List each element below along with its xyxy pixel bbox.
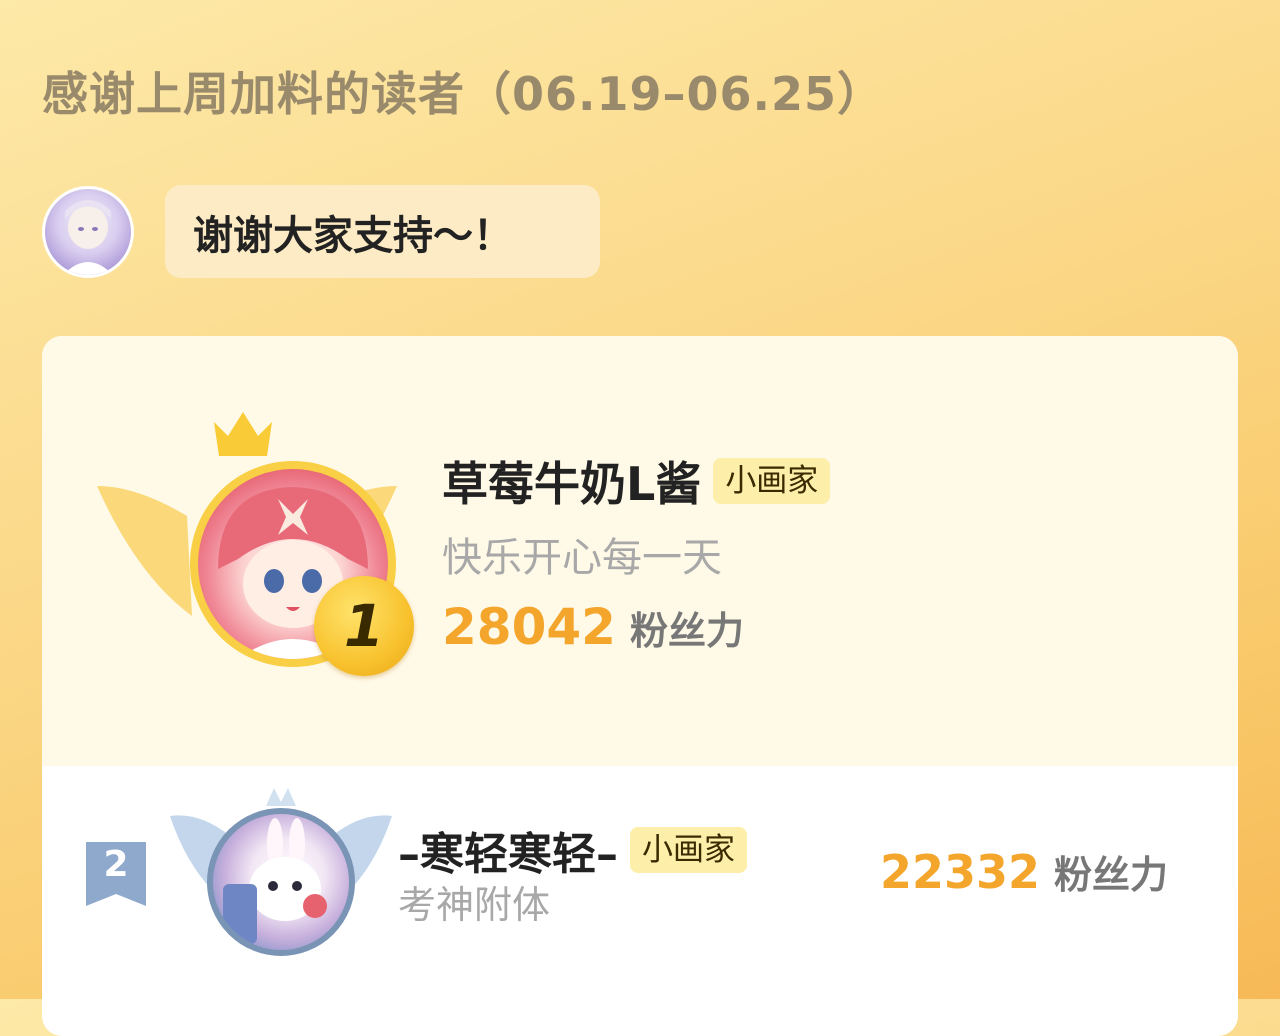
rank-1-motto: 快乐开心每一天 — [442, 535, 722, 581]
host-avatar[interactable] — [42, 186, 134, 278]
host-message-text: 谢谢大家支持～！ — [193, 212, 513, 259]
leaderboard-card: 1 草莓牛奶L酱 小画家 快乐开心每一天 28042 粉丝力 2 –寒轻寒轻– … — [42, 336, 1238, 1036]
rank-2-number: 2 — [103, 844, 129, 885]
rank-1-fans-label: 粉丝力 — [629, 609, 744, 653]
rank-2-username[interactable]: –寒轻寒轻– — [398, 818, 618, 882]
rank-1-title-badge: 小画家 — [713, 458, 831, 504]
rank-1-number: 1 — [343, 592, 385, 660]
rank-2-title-badge: 小画家 — [630, 827, 747, 873]
rank-2-row[interactable]: 2 –寒轻寒轻– 小画家 考神附体 22332 粉丝力 — [42, 766, 1238, 1006]
rank-2-avatar[interactable] — [207, 808, 355, 956]
rank-1-fans-count: 28042 — [442, 598, 616, 656]
rank-2-fans-row: 22332 粉丝力 — [880, 844, 1168, 899]
rank-2-motto: 考神附体 — [398, 883, 551, 927]
crown-icon — [214, 412, 272, 456]
rank-2-fans-count: 22332 — [879, 845, 1040, 899]
rank-1-section[interactable]: 1 草莓牛奶L酱 小画家 快乐开心每一天 28042 粉丝力 — [42, 336, 1238, 766]
rank-1-username[interactable]: 草莓牛奶L酱 — [442, 448, 701, 514]
rank-1-fans-row: 28042 粉丝力 — [442, 598, 744, 656]
host-message-bubble: 谢谢大家支持～！ — [165, 185, 600, 278]
rank-2-name-row: –寒轻寒轻– 小画家 — [398, 818, 747, 882]
page-title: 感谢上周加料的读者（06.19–06.25） — [42, 67, 885, 121]
rank-2-badge: 2 — [86, 842, 146, 906]
rank-1-name-row: 草莓牛奶L酱 小画家 — [442, 448, 831, 514]
rank-1-medal: 1 — [314, 576, 414, 676]
rank-2-fans-label: 粉丝力 — [1053, 853, 1168, 897]
